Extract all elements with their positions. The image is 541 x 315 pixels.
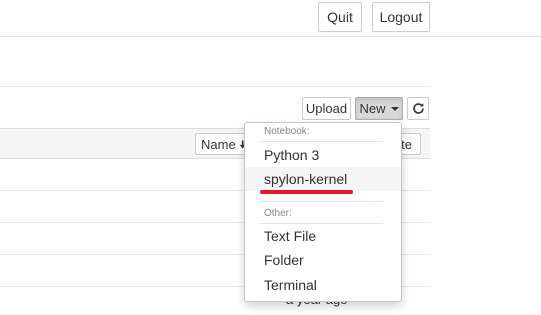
sort-by-name-button[interactable]: Name: [195, 133, 247, 155]
quit-button[interactable]: Quit: [318, 2, 362, 32]
new-button-label: New: [359, 101, 386, 116]
refresh-icon: [412, 103, 424, 114]
menu-item-spylon-kernel[interactable]: spylon-kernel: [245, 167, 401, 191]
upload-button[interactable]: Upload: [302, 97, 351, 120]
red-annotation-underline: [260, 190, 353, 194]
menu-divider: [259, 141, 383, 142]
refresh-button[interactable]: [407, 97, 429, 120]
menu-item-python3[interactable]: Python 3: [245, 143, 401, 167]
menu-item-terminal[interactable]: Terminal: [245, 273, 401, 297]
logout-button[interactable]: Logout: [372, 2, 430, 32]
caret-down-icon: [390, 106, 399, 111]
sort-name-label: Name: [201, 136, 236, 152]
new-dropdown-button[interactable]: New: [355, 97, 403, 120]
menu-item-folder[interactable]: Folder: [245, 248, 401, 272]
other-section-header: Other:: [264, 208, 292, 219]
menu-divider: [259, 201, 383, 202]
notebook-section-header: Notebook:: [264, 126, 310, 137]
new-dropdown-menu: Notebook: Python 3 spylon-kernel Other: …: [244, 122, 402, 302]
jupyter-file-browser: Quit Logout Upload New Name te Notebook:…: [0, 0, 541, 315]
top-header: Quit Logout: [0, 0, 541, 37]
toolbar-divider: [0, 86, 430, 87]
menu-item-text-file[interactable]: Text File: [245, 224, 401, 248]
